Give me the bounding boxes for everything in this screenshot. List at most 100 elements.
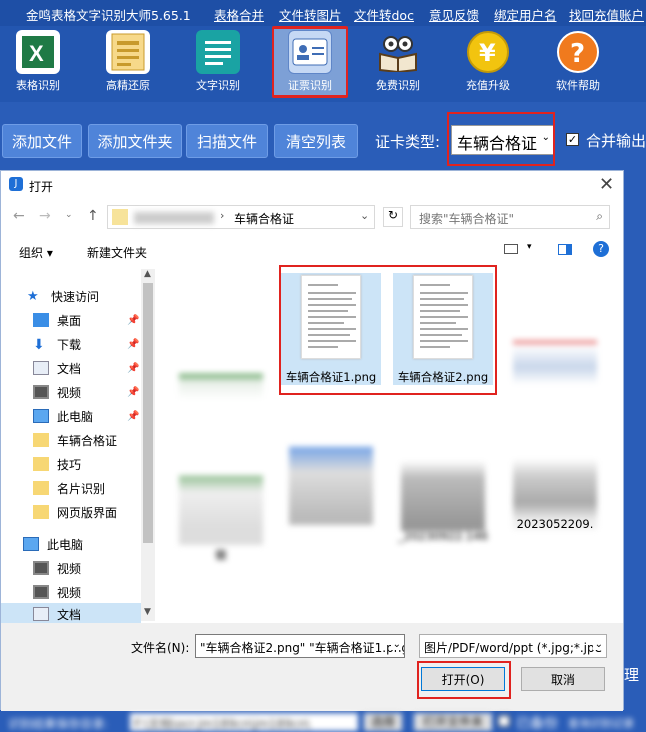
file-name: 2023052209.	[516, 517, 594, 531]
nav-label: 此电脑	[57, 409, 94, 424]
file-item[interactable]	[171, 341, 271, 453]
close-icon[interactable]: ✕	[599, 174, 614, 195]
file-thumbnail	[413, 275, 473, 359]
free-ocr-button[interactable]: 免费识别	[362, 28, 434, 98]
refresh-icon[interactable]: ↻	[383, 207, 403, 227]
preview-pane-icon[interactable]	[558, 244, 572, 255]
app-title: 金鸣表格文字识别大师5.65.1	[26, 8, 191, 23]
add-file-button[interactable]: 添加文件	[2, 124, 82, 158]
browse-button[interactable]: 选择	[364, 713, 402, 731]
video-icon	[33, 585, 49, 599]
chevron-down-icon[interactable]: ⌄	[592, 639, 603, 650]
open-folder-button[interactable]: 打开文件夹	[414, 713, 492, 731]
file-item[interactable]	[505, 317, 605, 429]
address-folder[interactable]: 车辆合格证	[234, 210, 294, 227]
open-file-dialog: J 打开 ✕ ← → ⌄ ↑ › 车辆合格证 ⌄ ↻ 搜索"车辆合格证" ⌕ 组…	[0, 170, 624, 711]
video-icon	[33, 385, 49, 399]
high-precision-button[interactable]: 高精还原	[92, 28, 164, 98]
view-options-icon[interactable]	[504, 244, 518, 254]
nav-item-downloads[interactable]: ⬇ 下载 📌	[33, 333, 171, 355]
nav-item-this-pc[interactable]: 此电脑	[23, 533, 161, 555]
software-help-button[interactable]: ? 软件帮助	[542, 28, 614, 98]
toolbar-label: 充值升级	[466, 79, 510, 92]
file-thumbnail	[513, 441, 597, 529]
file-thumbnail	[513, 323, 597, 411]
up-arrow-icon[interactable]: ↑	[87, 208, 99, 224]
nav-item-folder[interactable]: 技巧	[33, 453, 171, 475]
filename-input[interactable]: "车辆合格证2.png" "车辆合格证1.png" ⌄	[195, 634, 405, 658]
search-placeholder: 搜索"车辆合格证"	[419, 212, 515, 226]
filetype-select[interactable]: 图片/PDF/word/ppt (*.jpg;*.jpe ⌄	[419, 634, 607, 658]
menu-file-to-doc[interactable]: 文件转doc	[354, 5, 414, 24]
nav-item-documents[interactable]: 文档	[1, 603, 141, 625]
scan-file-button[interactable]: 扫描文件	[186, 124, 268, 158]
chevron-down-icon[interactable]: ▾	[527, 242, 532, 252]
scroll-up-icon[interactable]: ▲	[144, 269, 151, 279]
folder-icon	[33, 505, 49, 519]
nav-item-folder[interactable]: 网页版界面	[33, 501, 171, 523]
navigation-bar: ← → ⌄ ↑ › 车辆合格证 ⌄ ↻ 搜索"车辆合格证" ⌕	[1, 201, 623, 233]
open-button[interactable]: 打开(O)	[421, 667, 505, 691]
text-ocr-button[interactable]: 文字识别	[182, 28, 254, 98]
nav-item-documents[interactable]: 文档 📌	[33, 357, 171, 379]
recharge-upgrade-button[interactable]: ¥ 充值升级	[452, 28, 524, 98]
chevron-down-icon[interactable]: ⌄	[65, 210, 73, 220]
menu-recover-account[interactable]: 找回充值账户	[569, 5, 644, 24]
file-item[interactable]	[281, 431, 381, 543]
menu-file-to-image[interactable]: 文件转图片	[279, 5, 342, 24]
scroll-down-icon[interactable]: ▼	[144, 607, 151, 617]
nav-label: 技巧	[57, 457, 82, 472]
desktop-icon	[33, 313, 49, 327]
save-dir-input[interactable]: F:\文档\ocr.jm189cn\jm189cn\	[130, 713, 358, 731]
nav-item-desktop[interactable]: 桌面 📌	[33, 309, 171, 331]
menu-bind-username[interactable]: 绑定用户名	[494, 5, 557, 24]
forward-arrow-icon[interactable]: →	[39, 208, 51, 224]
menu-merge-tables[interactable]: 表格合并	[214, 5, 264, 24]
new-folder-button[interactable]: 新建文件夹	[87, 244, 147, 261]
history-link[interactable]: 查询识别记录	[568, 715, 634, 731]
nav-label: 此电脑	[47, 537, 84, 552]
file-item[interactable]: 徽	[171, 451, 271, 563]
nav-item-this-pc[interactable]: 此电脑 📌	[33, 405, 171, 427]
chevron-down-icon[interactable]: ⌄	[390, 639, 401, 650]
star-icon: ★	[27, 289, 39, 304]
file-item-selected[interactable]: 车辆合格证2.png	[393, 273, 493, 385]
file-item[interactable]: 2023052209.	[505, 435, 605, 547]
svg-text:X: X	[29, 41, 44, 66]
card-type-select[interactable]: 车辆合格证 ⌄	[451, 125, 554, 155]
toolbar-label: 高精还原	[106, 79, 150, 92]
file-thumbnail	[401, 443, 485, 531]
organize-menu[interactable]: 组织 ▾	[19, 244, 53, 261]
file-thumbnail	[301, 275, 361, 359]
nav-item-videos[interactable]: 视频	[33, 581, 171, 603]
backup-checkbox[interactable]	[498, 715, 510, 727]
nav-label: 车辆合格证	[57, 433, 118, 448]
merge-output-checkbox[interactable]: ✓	[566, 133, 579, 146]
nav-item-folder[interactable]: 车辆合格证	[33, 429, 171, 451]
table-ocr-button[interactable]: X 表格识别	[2, 28, 74, 98]
nav-item-quick-access[interactable]: ★ 快速访问	[27, 285, 165, 307]
help-icon[interactable]: ?	[593, 241, 609, 257]
add-folder-button[interactable]: 添加文件夹	[88, 124, 182, 158]
search-input[interactable]: 搜索"车辆合格证" ⌕	[410, 205, 610, 229]
file-item[interactable]: _20230922.146	[393, 437, 493, 549]
nav-item-videos[interactable]: 视频	[33, 557, 171, 579]
back-arrow-icon[interactable]: ←	[13, 208, 25, 224]
menu-feedback[interactable]: 意见反馈	[429, 5, 479, 24]
address-bar[interactable]: › 车辆合格证 ⌄	[107, 205, 375, 229]
nav-item-videos[interactable]: 视频 📌	[33, 381, 171, 403]
side-label: 理	[624, 666, 640, 684]
folder-icon	[112, 209, 128, 225]
filename-value: "车辆合格证2.png" "车辆合格证1.png"	[200, 641, 405, 655]
menu-bar: 金鸣表格文字识别大师5.65.1 表格合并 文件转图片 文件转doc 意见反馈 …	[0, 0, 646, 26]
backup-label: 已备份	[516, 716, 558, 732]
nav-item-folder[interactable]: 名片识别	[33, 477, 171, 499]
filetype-value: 图片/PDF/word/ppt (*.jpg;*.jpe	[424, 641, 603, 655]
cancel-button[interactable]: 取消	[521, 667, 605, 691]
chevron-down-icon[interactable]: ⌄	[360, 209, 369, 222]
certificate-ocr-button[interactable]: 证票识别	[272, 26, 348, 98]
clear-list-button[interactable]: 清空列表	[274, 124, 358, 158]
file-thumbnail	[289, 437, 373, 525]
file-item-selected[interactable]: 车辆合格证1.png	[281, 273, 381, 385]
blurred-path	[134, 212, 214, 224]
